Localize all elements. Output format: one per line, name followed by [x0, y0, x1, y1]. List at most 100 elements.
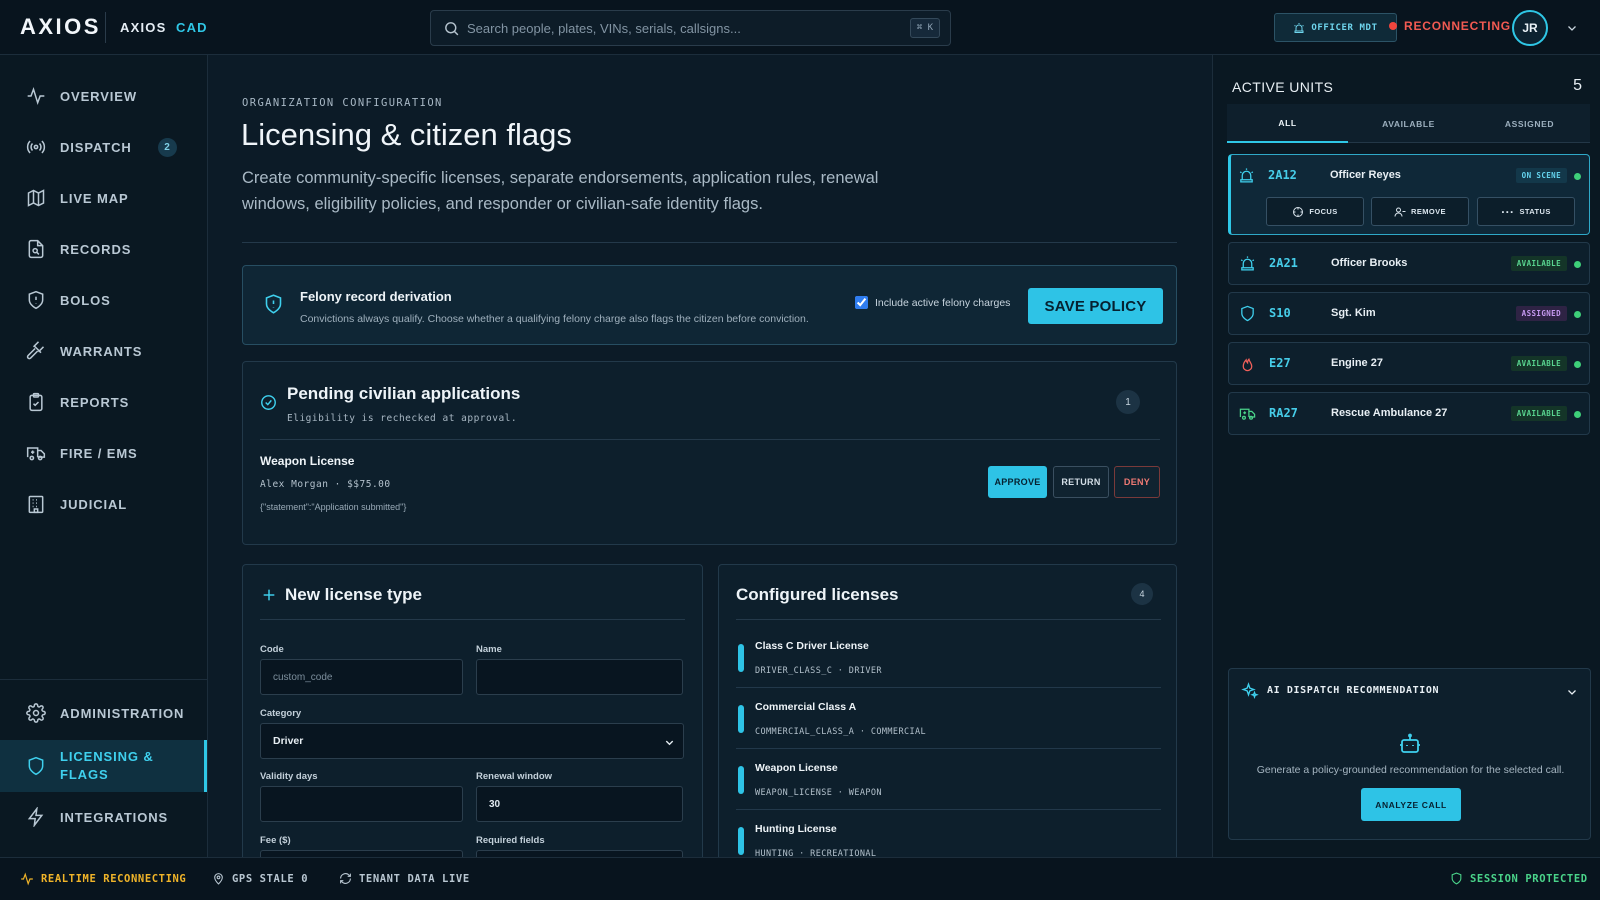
search-input[interactable]	[467, 11, 897, 45]
license-name: Hunting License	[755, 823, 837, 835]
license-code: HUNTING · RECREATIONAL	[755, 849, 877, 857]
unit-card-e27[interactable]: E27 Engine 27 AVAILABLE	[1228, 342, 1590, 385]
renewal-window-label: Renewal window	[476, 771, 553, 782]
session-status-label: SESSION PROTECTED	[1470, 872, 1588, 885]
ai-dispatch-card: AI DISPATCH RECOMMENDATION Generate a po…	[1228, 668, 1591, 840]
list-item[interactable]: Weapon License WEAPON_LICENSE · WEAPON	[736, 749, 1161, 810]
renewal-window-field[interactable]	[476, 786, 683, 822]
sidebar-item-licensing-flags[interactable]: LICENSING & FLAGS	[0, 740, 207, 792]
page-title: Licensing & citizen flags	[241, 117, 572, 152]
tab-assigned[interactable]: ASSIGNED	[1469, 104, 1590, 143]
sidebar-item-label: LIVE MAP	[60, 190, 129, 206]
unit-name: Engine 27	[1331, 357, 1383, 369]
fee-label: Fee ($)	[260, 835, 291, 846]
shield-icon	[1239, 305, 1256, 322]
unit-card-2a12[interactable]: 2A12 Officer Reyes ON SCENE FOCUS REMOVE…	[1228, 154, 1590, 235]
license-name: Commercial Class A	[755, 701, 857, 713]
status-badge: ON SCENE	[1515, 168, 1567, 183]
unit-callsign: RA27	[1269, 406, 1298, 420]
approve-button[interactable]: APPROVE	[988, 466, 1047, 498]
connection-status: RECONNECTING	[1389, 19, 1511, 33]
remove-button[interactable]: REMOVE	[1371, 197, 1469, 226]
ambulance-icon	[1239, 405, 1256, 422]
sidebar-item-reports[interactable]: REPORTS	[0, 380, 207, 424]
pending-divider	[260, 439, 1160, 440]
unit-card-ra27[interactable]: RA27 Rescue Ambulance 27 AVAILABLE	[1228, 392, 1590, 435]
sidebar-item-label: RECORDS	[60, 241, 132, 257]
list-item[interactable]: Class C Driver License DRIVER_CLASS_C · …	[736, 627, 1161, 688]
global-search[interactable]: ⌘ K	[430, 10, 951, 46]
tab-all[interactable]: ALL	[1227, 104, 1348, 143]
status-dot-icon	[1574, 411, 1581, 418]
return-button[interactable]: RETURN	[1053, 466, 1109, 498]
analyze-call-button[interactable]: ANALYZE CALL	[1361, 788, 1461, 821]
zap-icon	[27, 807, 44, 827]
include-felony-charges-option[interactable]: Include active felony charges	[855, 296, 1010, 309]
license-name: Weapon License	[755, 762, 838, 774]
police-light-icon	[1293, 22, 1305, 34]
refresh-icon	[340, 873, 351, 884]
deny-button[interactable]: DENY	[1114, 466, 1160, 498]
sidebar-item-administration[interactable]: ADMINISTRATION	[0, 691, 207, 735]
sidebar-item-dispatch[interactable]: DISPATCH 2	[0, 125, 207, 169]
search-icon	[443, 20, 460, 37]
active-units-panel: ACTIVE UNITS 5 ALL AVAILABLE ASSIGNED 2A…	[1212, 55, 1600, 857]
focus-button[interactable]: FOCUS	[1266, 197, 1364, 226]
active-units-count: 5	[1573, 77, 1582, 94]
focus-label: FOCUS	[1309, 207, 1338, 216]
sidebar-item-label: REPORTS	[60, 394, 130, 410]
map-pin-icon	[214, 873, 223, 885]
chevron-down-icon[interactable]	[1566, 686, 1578, 698]
clipboard-icon	[29, 392, 43, 412]
status-button[interactable]: ··· STATUS	[1477, 197, 1575, 226]
sparkles-icon	[1241, 682, 1259, 700]
sidebar-item-label: DISPATCH	[60, 139, 132, 155]
search-shortcut-hint: ⌘ K	[909, 18, 940, 38]
flame-icon	[1239, 355, 1256, 372]
tenant-status: TENANT DATA LIVE	[339, 872, 470, 885]
license-accent-bar	[738, 827, 744, 855]
unit-card-s10[interactable]: S10 Sgt. Kim ASSIGNED	[1228, 292, 1590, 335]
list-item[interactable]: Commercial Class A COMMERCIAL_CLASS_A · …	[736, 688, 1161, 749]
sidebar-item-live-map[interactable]: LIVE MAP	[0, 176, 207, 220]
policy-description: Convictions always qualify. Choose wheth…	[300, 313, 809, 325]
officer-mdt-label: OFFICER MDT	[1311, 22, 1378, 33]
include-felony-charges-checkbox[interactable]	[855, 296, 868, 309]
license-code: DRIVER_CLASS_C · DRIVER	[755, 666, 882, 676]
shield-icon	[1451, 872, 1462, 885]
sidebar-item-judicial[interactable]: JUDICIAL	[0, 482, 207, 526]
unit-callsign: 2A12	[1268, 168, 1297, 182]
crosshair-icon	[1293, 206, 1304, 217]
sidebar-item-bolos[interactable]: BOLOS	[0, 278, 207, 322]
dispatch-count-badge: 2	[158, 138, 177, 157]
chevron-down-icon	[664, 737, 675, 748]
required-fields-field[interactable]	[476, 850, 683, 857]
robot-icon	[1398, 732, 1422, 756]
chevron-down-icon[interactable]	[1566, 22, 1578, 34]
tab-available[interactable]: AVAILABLE	[1348, 104, 1469, 143]
pending-applications-title: Pending civilian applications	[287, 384, 521, 403]
brand-logo[interactable]: AXIOS	[20, 14, 101, 40]
user-avatar[interactable]: JR	[1512, 10, 1548, 46]
sidebar-item-fire-ems[interactable]: FIRE / EMS	[0, 431, 207, 475]
pending-applications-subtitle: Eligibility is rechecked at approval.	[287, 413, 518, 424]
ambulance-icon	[26, 447, 46, 461]
save-policy-button[interactable]: SAVE POLICY	[1028, 288, 1163, 324]
sidebar-item-warrants[interactable]: WARRANTS	[0, 329, 207, 373]
category-select[interactable]: Driver	[260, 723, 684, 759]
sidebar-item-overview[interactable]: OVERVIEW	[0, 74, 207, 118]
unit-callsign: 2A21	[1269, 256, 1298, 270]
sidebar-item-integrations[interactable]: INTEGRATIONS	[0, 795, 207, 839]
application-applicant-fee: Alex Morgan · $$75.00	[260, 479, 391, 490]
unit-card-2a21[interactable]: 2A21 Officer Brooks AVAILABLE	[1228, 242, 1590, 285]
status-dot-icon	[1574, 361, 1581, 368]
fee-field[interactable]	[260, 850, 463, 857]
sidebar-item-label: JUDICIAL	[60, 496, 128, 512]
sidebar-item-records[interactable]: RECORDS	[0, 227, 207, 271]
list-item[interactable]: Hunting License HUNTING · RECREATIONAL	[736, 810, 1161, 857]
validity-days-field[interactable]	[260, 786, 463, 822]
officer-mdt-button[interactable]: OFFICER MDT	[1274, 13, 1397, 42]
name-field[interactable]	[476, 659, 683, 695]
license-accent-bar	[738, 705, 744, 733]
code-field[interactable]	[260, 659, 463, 695]
